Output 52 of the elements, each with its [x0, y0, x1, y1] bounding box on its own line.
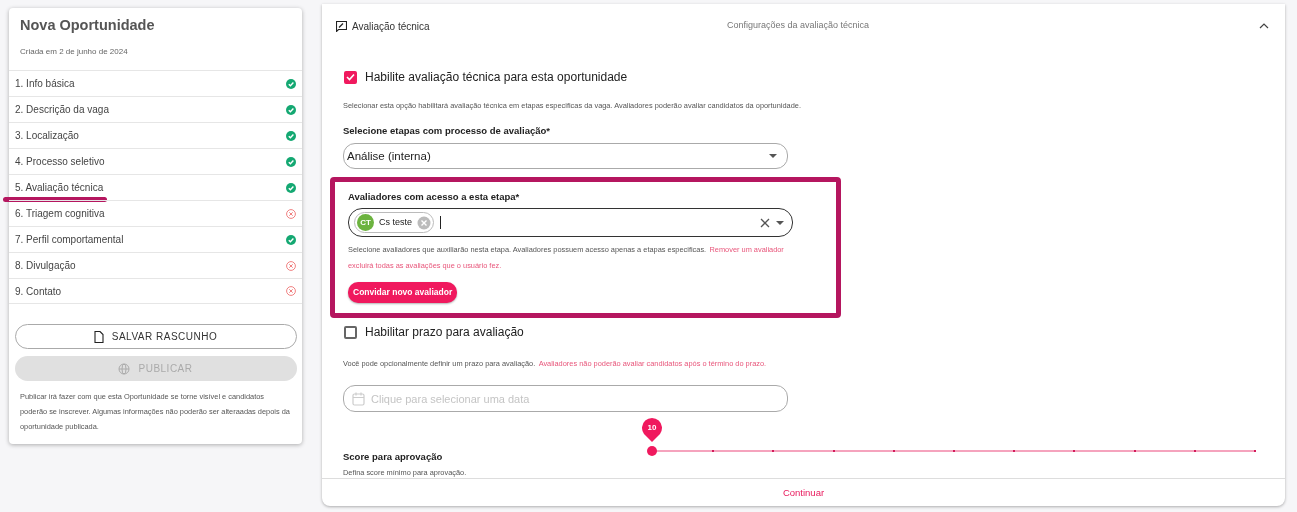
step-item[interactable]: 1. Info básica [9, 70, 302, 97]
date-field[interactable]: Clique para selecionar uma data [343, 385, 788, 413]
calendar-icon [352, 392, 365, 407]
dropdown-icon [776, 220, 784, 225]
dropdown-icon [769, 154, 777, 159]
select-value: Análise (interna) [347, 148, 431, 164]
step-label: 4. Processo seletivo [15, 155, 105, 170]
created-date: Criada em 2 de junho de 2024 [19, 46, 129, 59]
step-item[interactable]: 4. Processo seletivo [9, 148, 302, 175]
step-label: 1. Info básica [15, 77, 75, 92]
comment-edit-icon [336, 20, 347, 32]
text-cursor [440, 216, 441, 230]
step-item[interactable]: 8. Divulgação [9, 252, 302, 279]
panel-header[interactable]: Avaliação técnica Configurações da avaliação técnica [322, 4, 1285, 37]
step-label: 6. Triagem cognitiva [15, 207, 105, 222]
continue-button[interactable]: Continuar [782, 485, 825, 500]
sidebar-title: Nova Oportunidade [19, 16, 156, 35]
field-label: Score para aprovação [343, 450, 443, 465]
step-item[interactable]: 9. Contato [9, 278, 302, 305]
globe-icon [118, 362, 131, 375]
document-icon [93, 330, 104, 343]
step-label: 3. Localização [15, 129, 79, 144]
invite-button[interactable]: Convidar novo avaliador [348, 282, 458, 304]
step-label: 2. Descrição da vaga [15, 103, 109, 118]
step-label: 5. Avaliação técnica [15, 181, 104, 196]
step-item[interactable]: 3. Localização [9, 122, 302, 149]
avatar: CT [357, 214, 374, 232]
step-label: 7. Perfil comportamental [15, 233, 124, 248]
field-label: Avaliadores com acesso a esta etapa* [348, 190, 520, 205]
stage-select[interactable]: Análise (interna) [343, 143, 788, 170]
step-label: 9. Contato [15, 284, 62, 299]
save-draft-button[interactable]: SALVAR RASCUNHO [14, 324, 297, 350]
step-item[interactable]: 2. Descrição da vaga [9, 96, 302, 123]
remove-icon [417, 215, 431, 230]
checkbox[interactable] [344, 70, 357, 84]
value-label: 10 [646, 422, 658, 435]
checkbox-label: Habilitar prazo para avaliação [365, 324, 524, 342]
field-label: Selecione etapas com processo de avaliação* [343, 124, 550, 139]
step-item[interactable]: 5. Avaliação técnica [9, 174, 302, 201]
slider-thumb[interactable] [647, 446, 657, 457]
step-item[interactable]: 6. Triagem cognitiva [9, 200, 302, 227]
clear-icon [760, 217, 770, 228]
panel-title: Avaliação técnica [352, 19, 430, 34]
step-item[interactable]: 7. Perfil comportamental [9, 226, 302, 253]
checkbox[interactable] [344, 325, 357, 339]
chip-label: Cs teste [379, 216, 412, 230]
collapse-icon [1259, 23, 1269, 30]
checkbox-label: Habilite avaliação técnica para esta oportunidade [365, 69, 628, 87]
evaluator-select[interactable]: CT Cs teste [348, 208, 793, 238]
slider-track[interactable]: 10 [641, 412, 1265, 457]
step-label: 8. Divulgação [15, 259, 76, 274]
panel-subtitle: Configurações da avaliação técnica [726, 19, 869, 33]
